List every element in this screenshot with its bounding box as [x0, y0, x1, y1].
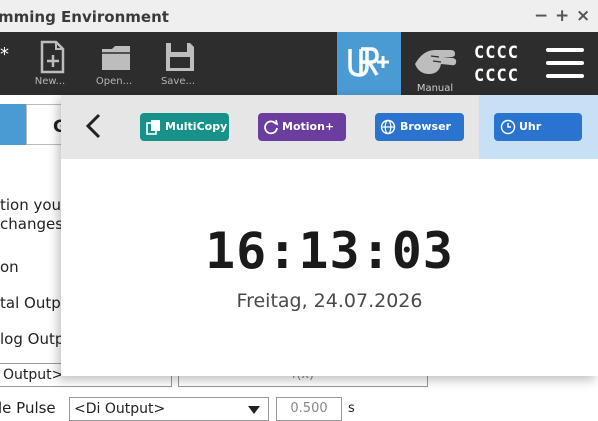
clock-time: 16:13:03 — [205, 222, 454, 280]
description-line-1: tion you — [0, 196, 62, 214]
pulse-duration-field[interactable]: 0.500 — [276, 397, 342, 421]
main-toolbar: * New... Open... Save... Manual CCCC CCC… — [0, 32, 598, 95]
chevron-left-icon[interactable] — [81, 111, 107, 141]
clock-icon — [500, 119, 516, 135]
chip-uhr-selected-bg: Uhr — [479, 95, 598, 159]
program-tab-active[interactable] — [0, 104, 26, 145]
di-output-select-value: <Di Output> — [74, 401, 166, 417]
output-select-value: Output> — [3, 367, 64, 383]
minimize-button[interactable]: − — [534, 6, 548, 26]
urcap-toolbar-panel: MultiCopy Motion+ Browser Uhr 16:13:03 F… — [61, 95, 598, 376]
program-tab-g[interactable]: G — [26, 104, 67, 145]
chip-uhr[interactable]: Uhr — [494, 113, 582, 141]
open-button[interactable]: Open... — [84, 32, 144, 95]
manual-label: Manual — [416, 83, 454, 94]
chip-browser[interactable]: Browser — [375, 113, 464, 141]
chip-motion-plus[interactable]: Motion+ — [258, 113, 346, 141]
chip-uhr-label: Uhr — [519, 120, 542, 133]
maximize-button[interactable]: + — [555, 6, 569, 26]
robot-name-line1: CCCC — [474, 43, 519, 63]
new-button[interactable]: New... — [20, 32, 80, 95]
chip-motion-plus-label: Motion+ — [282, 120, 335, 133]
floppy-disk-icon — [166, 43, 194, 71]
chip-browser-label: Browser — [400, 120, 451, 133]
open-label: Open... — [95, 76, 133, 87]
description-line-2: changes — [0, 215, 64, 233]
robot-name-line2: CCCC — [474, 66, 519, 86]
hand-icon — [415, 50, 457, 74]
window-title: mming Environment — [0, 8, 169, 26]
pulse-label: le Pulse — [0, 399, 56, 417]
manual-mode-button[interactable]: Manual — [405, 32, 465, 95]
modified-marker: * — [0, 44, 9, 65]
hamburger-menu-icon[interactable] — [546, 48, 584, 80]
chip-multicopy-label: MultiCopy — [165, 120, 228, 133]
analog-output-label: log Outp — [0, 330, 65, 348]
folder-icon — [102, 46, 130, 70]
close-button[interactable]: × — [576, 6, 590, 26]
copy-icon — [146, 120, 160, 135]
urcaps-button[interactable] — [337, 32, 401, 95]
urcap-chip-bar: MultiCopy Motion+ Browser Uhr — [61, 95, 598, 159]
dropdown-arrow-icon — [248, 406, 260, 414]
digital-output-label: tal Outpu — [0, 294, 71, 312]
rotate-icon — [264, 119, 279, 135]
new-label: New... — [34, 76, 66, 87]
chip-multicopy[interactable]: MultiCopy — [140, 113, 229, 141]
new-file-icon — [40, 40, 65, 74]
save-label: Save... — [160, 76, 196, 87]
ur-plus-logo-icon — [348, 47, 389, 77]
clock-date: Freitag, 24.07.2026 — [236, 290, 423, 312]
save-button[interactable]: Save... — [148, 32, 208, 95]
globe-icon — [380, 119, 396, 135]
window-title-bar: mming Environment − + × — [0, 0, 598, 33]
di-output-select[interactable]: <Di Output> — [69, 397, 269, 421]
option-label-1: on — [0, 258, 19, 276]
